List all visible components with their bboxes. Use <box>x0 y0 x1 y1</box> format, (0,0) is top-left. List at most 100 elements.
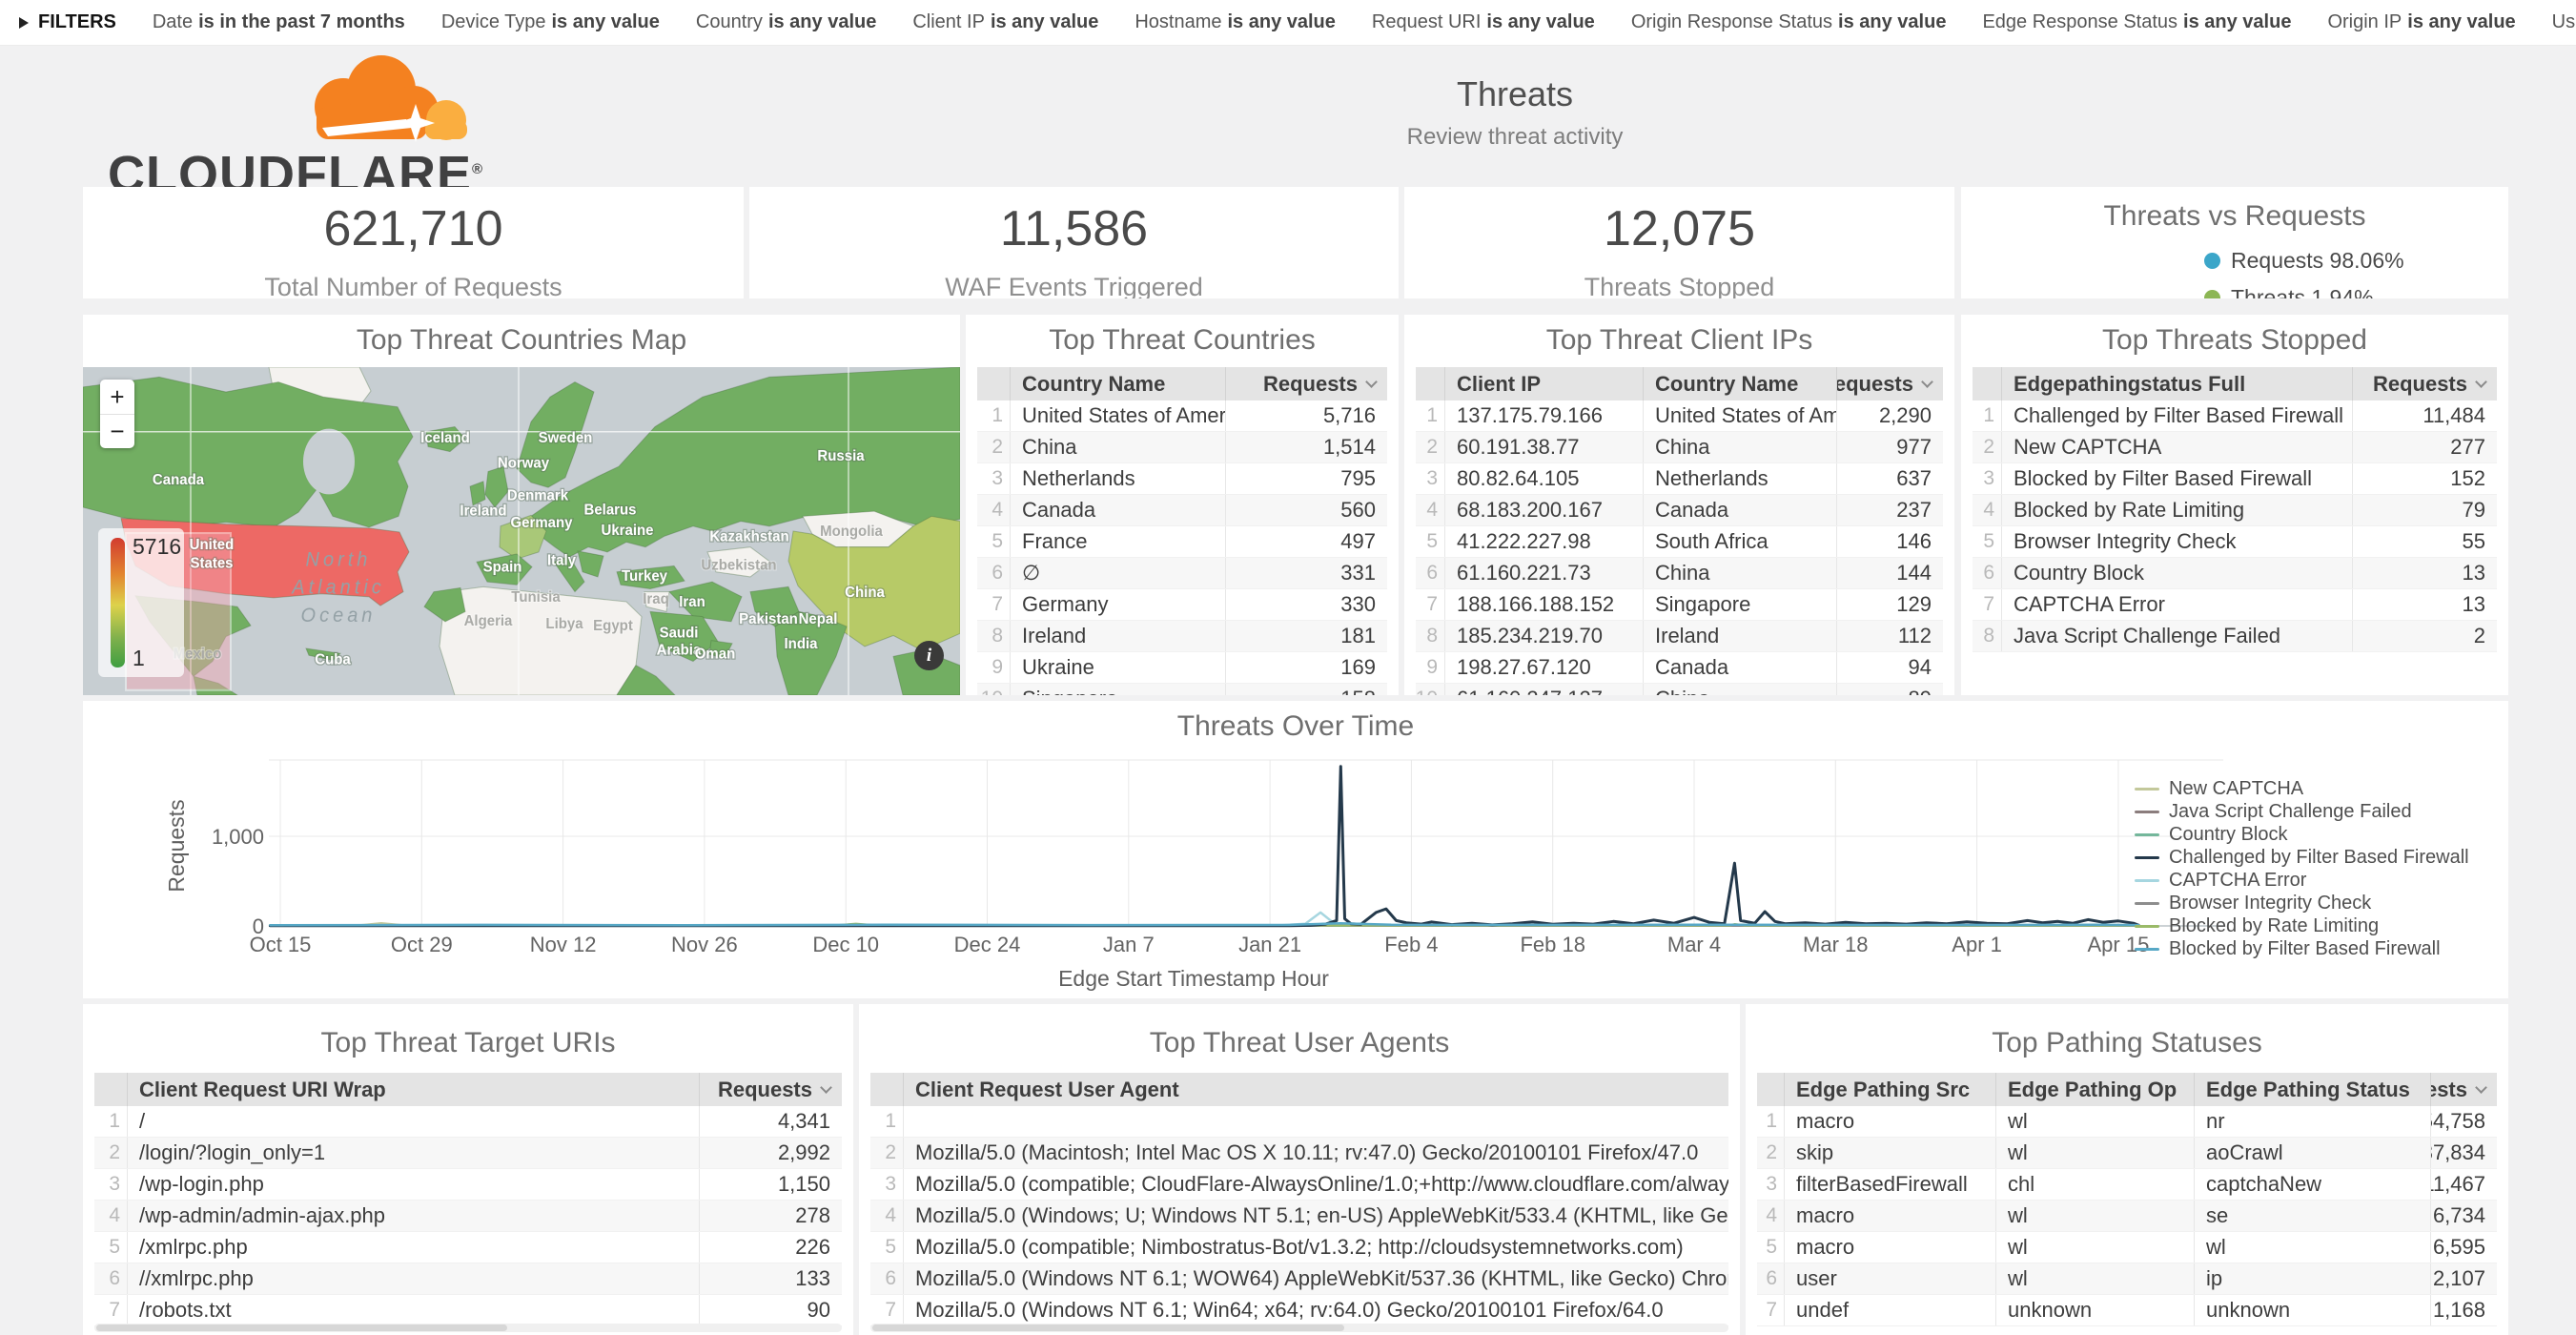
table-row[interactable]: 9 198.27.67.120 Canada 94 <box>1416 652 1943 684</box>
filter-item[interactable]: Dateis in the past 7 months <box>153 11 405 33</box>
svg-text:Sweden: Sweden <box>539 430 593 446</box>
threats-vs-requests-panel: Threats vs Requests Requests 98.06% Thre… <box>1961 187 2508 298</box>
table-row[interactable]: 2 /login/?login_only=1 2,992 <box>94 1138 842 1169</box>
legend-item: New CAPTCHA <box>2135 779 2469 799</box>
client-ips-table: Client IP Country Name Requests 1 137.17… <box>1416 367 1943 695</box>
table-row[interactable]: 4 Mozilla/5.0 (Windows; U; Windows NT 5.… <box>870 1201 1728 1232</box>
scrollbar-thumb[interactable] <box>96 1325 507 1331</box>
legend-min: 1 <box>133 646 145 671</box>
legend-item: Challenged by Filter Based Firewall <box>2135 848 2469 868</box>
panel-title: Top Pathing Statuses <box>1746 1004 2508 1059</box>
table-body: 1 macro wl nr 554,758 2 skip wl aoCrawl … <box>1757 1106 2497 1326</box>
scrollbar-thumb[interactable] <box>872 1325 1344 1331</box>
table-row[interactable]: 7 undef unknown unknown 1,168 <box>1757 1295 2497 1326</box>
table-row[interactable]: 10 61.160.247.127 China 89 <box>1416 684 1943 695</box>
table-header: Client Request URI Wrap Requests <box>94 1073 842 1106</box>
table-row[interactable]: 6 Mozilla/5.0 (Windows NT 6.1; WOW64) Ap… <box>870 1263 1728 1295</box>
table-row[interactable]: 7 CAPTCHA Error 13 <box>1973 589 2497 621</box>
svg-text:Tunisia: Tunisia <box>511 589 561 606</box>
col-requests-sort[interactable]: Requests <box>1836 367 1943 400</box>
filter-item[interactable]: User Agentis any value <box>2552 11 2576 33</box>
zoom-out-button[interactable]: − <box>100 414 134 448</box>
table-row[interactable]: 7 188.166.188.152 Singapore 129 <box>1416 589 1943 621</box>
stat-label: WAF Events Triggered <box>749 273 1399 298</box>
table-row[interactable]: 1 / 4,341 <box>94 1106 842 1138</box>
filter-item[interactable]: Device Typeis any value <box>441 11 660 33</box>
table-row[interactable]: 5 41.222.227.98 South Africa 146 <box>1416 526 1943 558</box>
table-row[interactable]: 6 61.160.221.73 China 144 <box>1416 558 1943 589</box>
table-row[interactable]: 6 ∅ 331 <box>977 558 1387 589</box>
filter-item[interactable]: Hostnameis any value <box>1135 11 1336 33</box>
filter-item[interactable]: Edge Response Statusis any value <box>1982 11 2291 33</box>
table-row[interactable]: 3 Mozilla/5.0 (compatible; CloudFlare-Al… <box>870 1169 1728 1201</box>
table-row[interactable]: 1 137.175.79.166 United States of Americ… <box>1416 400 1943 432</box>
svg-text:Mongolia: Mongolia <box>820 524 883 540</box>
table-row[interactable]: 4 macro wl se 6,734 <box>1757 1201 2497 1232</box>
table-row[interactable]: 2 China 1,514 <box>977 432 1387 463</box>
table-row[interactable]: 6 Country Block 13 <box>1973 558 2497 589</box>
svg-text:Kazakhstan: Kazakhstan <box>709 528 788 544</box>
filter-item[interactable]: Request URIis any value <box>1372 11 1595 33</box>
table-row[interactable]: 5 /xmlrpc.php 226 <box>94 1232 842 1263</box>
cloudflare-threats-dashboard: { "colors": { "accent": "#f48120", "ocea… <box>0 0 2576 1335</box>
horizontal-scrollbar[interactable] <box>94 1324 842 1332</box>
table-row[interactable]: 1 Challenged by Filter Based Firewall 11… <box>1973 400 2497 432</box>
table-row[interactable]: 1 United States of America 5,716 <box>977 400 1387 432</box>
table-row[interactable]: 7 Mozilla/5.0 (Windows NT 6.1; Win64; x6… <box>870 1295 1728 1326</box>
world-map[interactable]: CanadaUnitedStatesMexicoCubaIcelandNorwa… <box>83 367 960 695</box>
svg-text:Dec 10: Dec 10 <box>812 933 879 956</box>
table-row[interactable]: 4 Canada 560 <box>977 495 1387 526</box>
filters-toggle[interactable]: FILTERS <box>19 11 116 33</box>
horizontal-scrollbar[interactable] <box>870 1324 1728 1332</box>
table-row[interactable]: 9 Ukraine 169 <box>977 652 1387 684</box>
table-row[interactable]: 8 Java Script Challenge Failed 2 <box>1973 621 2497 652</box>
panel-title: Top Threat User Agents <box>859 1004 1740 1059</box>
table-row[interactable]: 7 Germany 330 <box>977 589 1387 621</box>
col-requests-sort[interactable]: Requests <box>2352 367 2497 400</box>
filter-items: Dateis in the past 7 months Device Typei… <box>153 11 2576 33</box>
table-row[interactable]: 3 Blocked by Filter Based Firewall 152 <box>1973 463 2497 495</box>
table-row[interactable]: 3 80.82.64.105 Netherlands 637 <box>1416 463 1943 495</box>
table-row[interactable]: 1 macro wl nr 554,758 <box>1757 1106 2497 1138</box>
filter-item[interactable]: Countryis any value <box>696 11 876 33</box>
table-row[interactable]: 5 Browser Integrity Check 55 <box>1973 526 2497 558</box>
legend-dot-icon <box>2204 290 2220 298</box>
stat-value: 621,710 <box>83 200 744 257</box>
table-row[interactable]: 3 /wp-login.php 1,150 <box>94 1169 842 1201</box>
table-row[interactable]: 7 /robots.txt 90 <box>94 1295 842 1326</box>
table-row[interactable]: 3 filterBasedFirewall chl captchaNew 11,… <box>1757 1169 2497 1201</box>
svg-text:Russia: Russia <box>817 448 865 464</box>
table-row[interactable]: 4 Blocked by Rate Limiting 79 <box>1973 495 2497 526</box>
filter-item[interactable]: Client IPis any value <box>912 11 1098 33</box>
col-requests-sort[interactable]: Requests <box>699 1073 842 1106</box>
legend-item: Country Block <box>2135 825 2469 845</box>
table-row[interactable]: 2 Mozilla/5.0 (Macintosh; Intel Mac OS X… <box>870 1138 1728 1169</box>
table-row[interactable]: 2 60.191.38.77 China 977 <box>1416 432 1943 463</box>
col-requests-sort[interactable]: Requests <box>2430 1073 2497 1106</box>
filter-item[interactable]: Origin IPis any value <box>2327 11 2515 33</box>
table-row[interactable]: 6 user wl ip 2,107 <box>1757 1263 2497 1295</box>
col-requests-sort[interactable]: Requests <box>1225 367 1387 400</box>
table-row[interactable]: 3 Netherlands 795 <box>977 463 1387 495</box>
table-row[interactable]: 4 68.183.200.167 Canada 237 <box>1416 495 1943 526</box>
legend-line-icon <box>2135 879 2159 882</box>
table-row[interactable]: 8 185.234.219.70 Ireland 112 <box>1416 621 1943 652</box>
table-row[interactable]: 1 <box>870 1106 1728 1138</box>
table-row[interactable]: 6 //xmlrpc.php 133 <box>94 1263 842 1295</box>
table-row[interactable]: 8 Ireland 181 <box>977 621 1387 652</box>
col-user-agent: Client Request User Agent <box>903 1073 1728 1106</box>
map-info-button[interactable]: i <box>914 641 944 670</box>
filter-item[interactable]: Origin Response Statusis any value <box>1631 11 1947 33</box>
legend-line-icon <box>2135 902 2159 905</box>
svg-text:Feb 18: Feb 18 <box>1520 933 1585 956</box>
filter-bar: FILTERS Dateis in the past 7 months Devi… <box>0 0 2576 46</box>
table-row[interactable]: 10 Singapore 158 <box>977 684 1387 695</box>
table-row[interactable]: 5 Mozilla/5.0 (compatible; Nimbostratus-… <box>870 1232 1728 1263</box>
svg-text:Ireland: Ireland <box>460 503 506 519</box>
zoom-in-button[interactable]: + <box>100 380 134 414</box>
table-row[interactable]: 2 New CAPTCHA 277 <box>1973 432 2497 463</box>
table-row[interactable]: 4 /wp-admin/admin-ajax.php 278 <box>94 1201 842 1232</box>
table-row[interactable]: 5 macro wl wl 6,595 <box>1757 1232 2497 1263</box>
table-row[interactable]: 2 skip wl aoCrawl 37,834 <box>1757 1138 2497 1169</box>
table-row[interactable]: 5 France 497 <box>977 526 1387 558</box>
